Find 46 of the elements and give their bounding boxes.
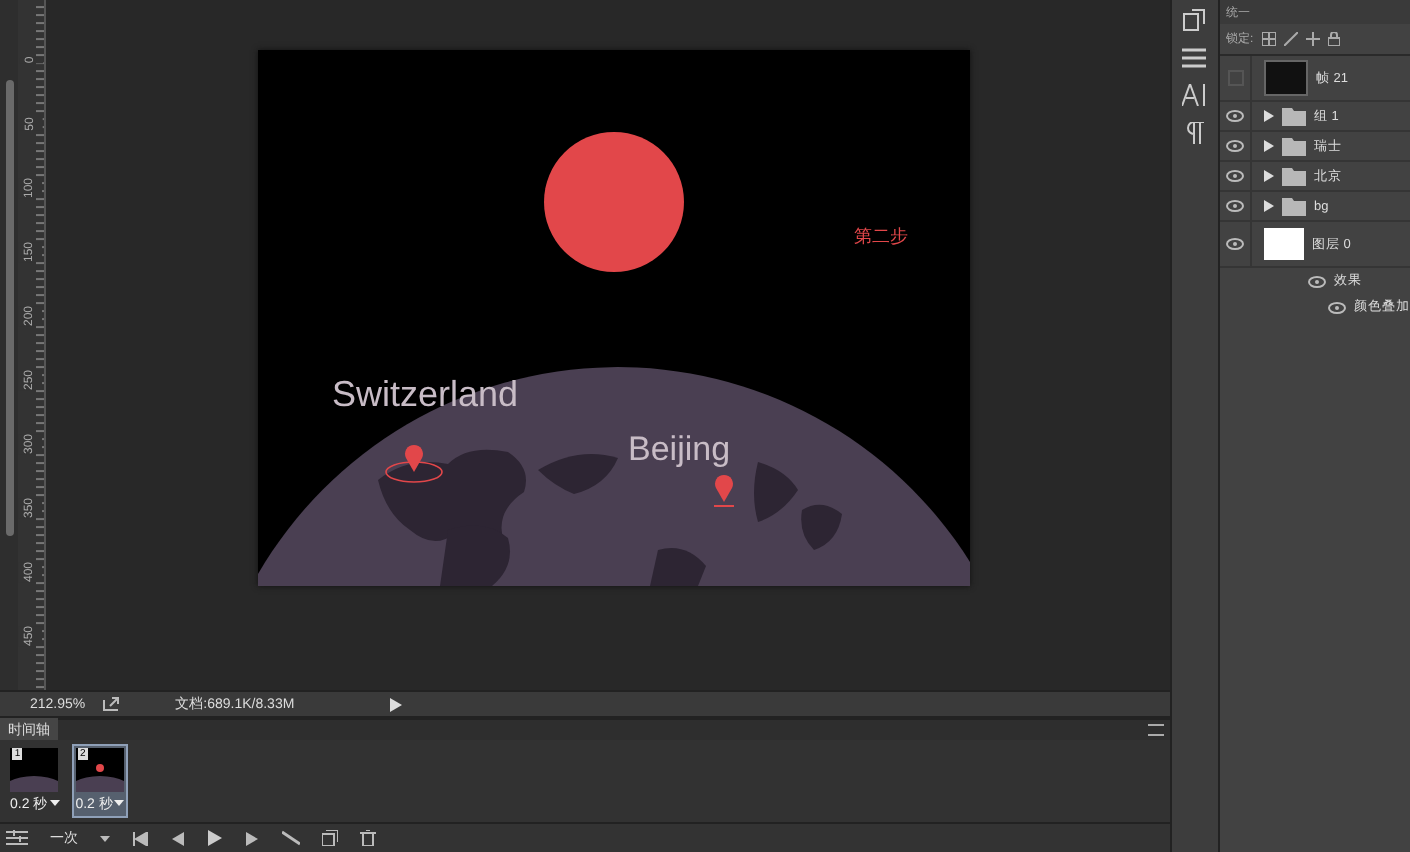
- scrollbar[interactable]: [5, 80, 13, 536]
- place-label: Beijing: [628, 430, 731, 468]
- caret-icon[interactable]: [100, 835, 110, 841]
- folder-icon: [1282, 197, 1306, 215]
- sun-circle: [544, 132, 684, 272]
- trash-icon[interactable]: [360, 830, 376, 846]
- lock-pixels-icon[interactable]: [1261, 32, 1276, 46]
- tween-icon[interactable]: [282, 830, 300, 846]
- eye-icon[interactable]: [1226, 110, 1244, 122]
- eye-icon[interactable]: [1308, 275, 1326, 287]
- export-icon[interactable]: [101, 696, 120, 713]
- location-pin-icon: [713, 474, 735, 507]
- previous-frame-icon[interactable]: [170, 831, 186, 845]
- eye-icon[interactable]: [1226, 170, 1244, 182]
- expand-triangle-icon[interactable]: [1264, 140, 1274, 152]
- step-label: 第二步: [854, 226, 908, 246]
- expand-triangle-icon[interactable]: [1264, 110, 1274, 122]
- move-icon[interactable]: [1305, 32, 1320, 46]
- character-icon[interactable]: [1181, 84, 1208, 106]
- lock-icon[interactable]: [1327, 32, 1340, 46]
- location-pin-icon: [385, 444, 443, 483]
- paragraph-icon[interactable]: [1185, 122, 1204, 144]
- panel-menu-icon[interactable]: [1147, 724, 1164, 736]
- new-frame-icon[interactable]: [322, 830, 338, 846]
- place-label: Switzerland: [332, 374, 519, 414]
- next-frame-icon[interactable]: [244, 831, 260, 845]
- properties-icon[interactable]: [1182, 48, 1207, 68]
- folder-icon: [1282, 107, 1306, 125]
- expand-triangle-icon[interactable]: [1264, 200, 1274, 212]
- eye-icon[interactable]: [1226, 140, 1244, 152]
- expand-triangle-icon[interactable]: [1264, 170, 1274, 182]
- brush-icon[interactable]: [1283, 32, 1298, 46]
- folder-icon: [1282, 167, 1306, 185]
- eye-icon[interactable]: [1328, 301, 1346, 313]
- eye-icon[interactable]: [1226, 238, 1244, 250]
- layer-thumbnail: [1264, 228, 1304, 260]
- caret-icon[interactable]: [49, 800, 60, 806]
- convert-timeline-icon[interactable]: [6, 830, 28, 846]
- play-icon[interactable]: [208, 830, 222, 846]
- first-frame-icon[interactable]: [132, 831, 148, 845]
- folder-icon: [1282, 137, 1306, 155]
- history-icon[interactable]: [1182, 8, 1207, 32]
- eye-icon[interactable]: [1226, 200, 1244, 212]
- layer-thumbnail: [1264, 60, 1308, 96]
- caret-icon[interactable]: [114, 800, 125, 806]
- triangle-icon[interactable]: [390, 697, 403, 712]
